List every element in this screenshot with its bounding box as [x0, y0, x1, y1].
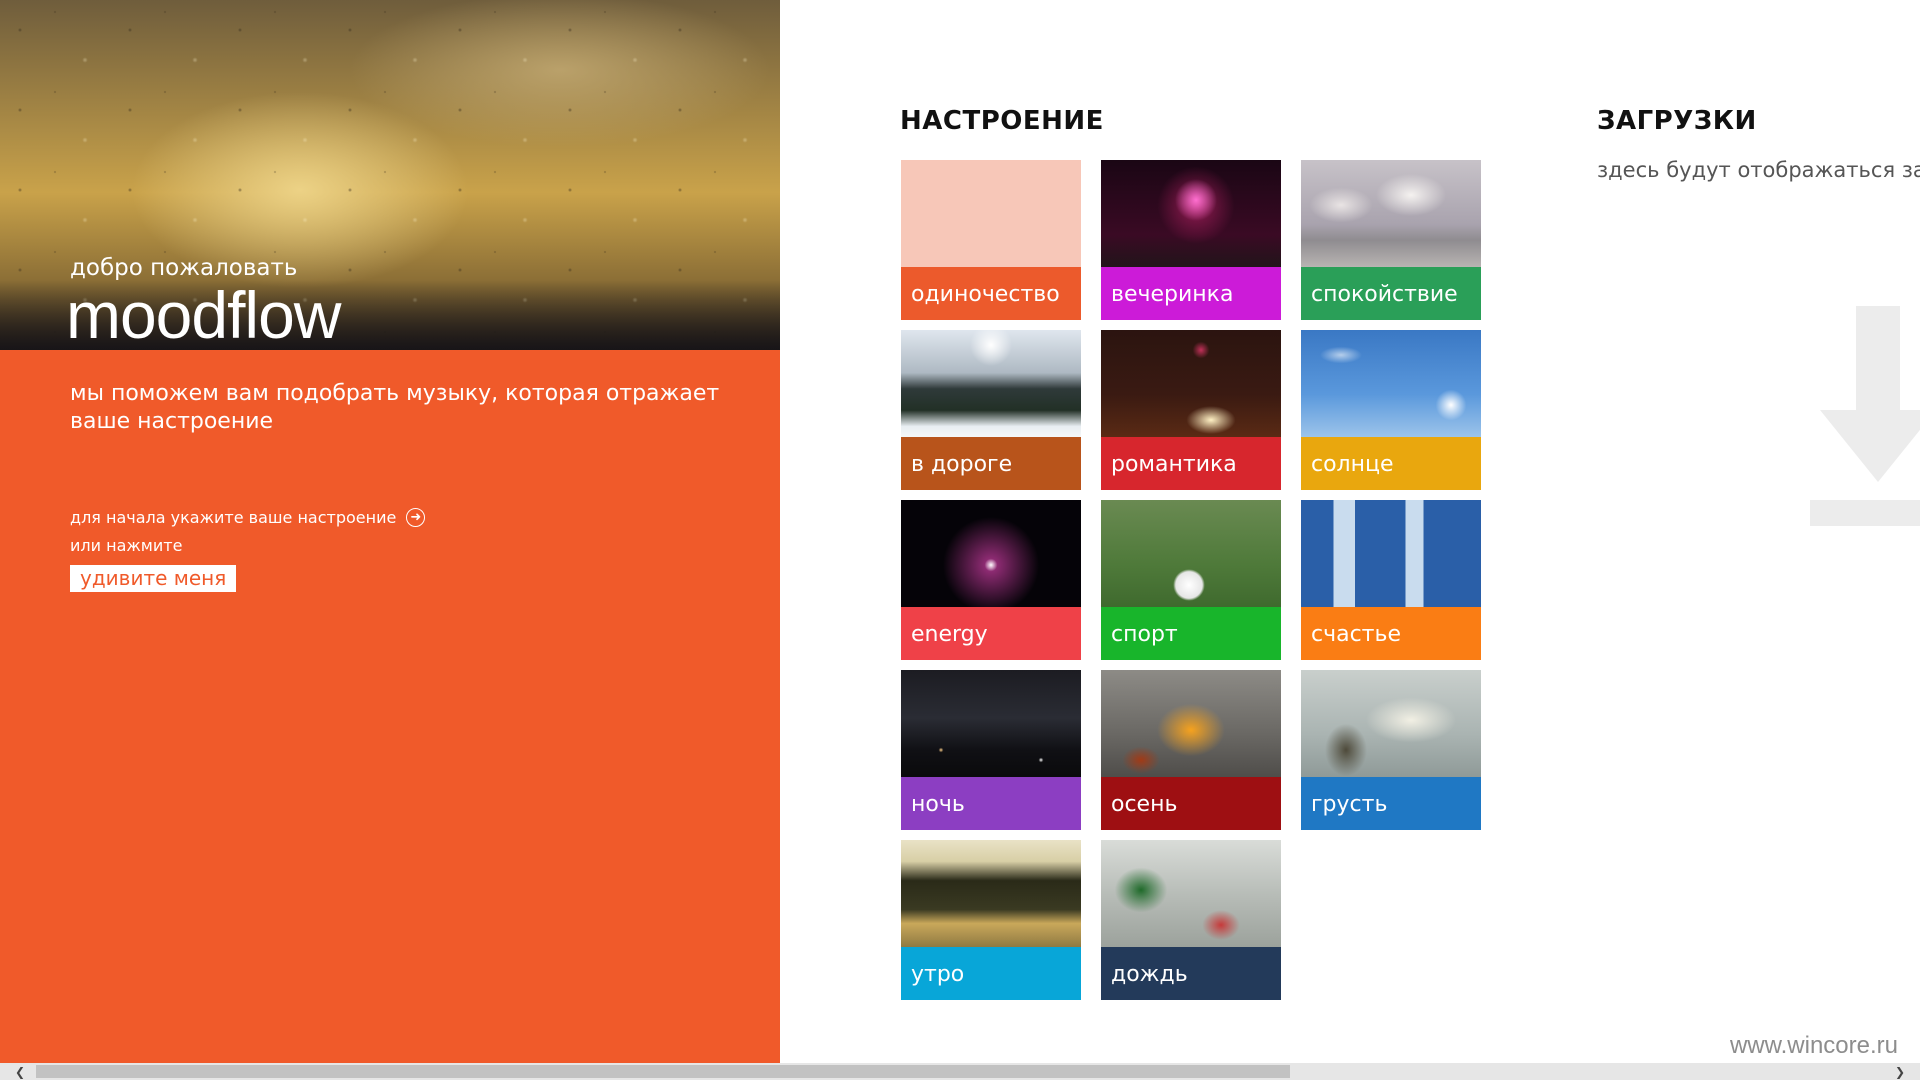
rain-hero-image: добро пожаловать moodflow — [0, 0, 780, 350]
chevron-right-icon[interactable]: ❯ — [1890, 1063, 1910, 1080]
mood-tile-image — [901, 670, 1081, 777]
mood-tile-image — [1301, 160, 1481, 267]
mood-tile-image — [901, 840, 1081, 947]
horizontal-scrollbar[interactable]: ❮ ❯ — [0, 1063, 1920, 1080]
mood-tile-label: грусть — [1301, 777, 1481, 830]
mood-tile-image — [1101, 330, 1281, 437]
mood-tile[interactable]: energy — [901, 500, 1081, 660]
mood-tile-image — [1101, 500, 1281, 607]
mood-tile[interactable]: в дороге — [901, 330, 1081, 490]
surprise-me-button[interactable]: удивите меня — [70, 565, 237, 592]
mood-tile-image — [901, 330, 1081, 437]
mood-tile[interactable]: осень — [1101, 670, 1281, 830]
mood-tile-label: вечеринка — [1101, 267, 1281, 320]
mood-tile-label: дождь — [1101, 947, 1281, 1000]
mood-tile-label: счастье — [1301, 607, 1481, 660]
mood-tile-label: одиночество — [901, 267, 1081, 320]
chevron-left-icon[interactable]: ❮ — [10, 1063, 30, 1080]
or-press-label: или нажмите — [70, 536, 183, 555]
watermark: www.wincore.ru — [1729, 1032, 1898, 1059]
mood-tile-label: ночь — [901, 777, 1081, 830]
mood-tile-image — [901, 500, 1081, 607]
mood-tile-label: спорт — [1101, 607, 1281, 660]
mood-tile-image — [901, 160, 1081, 267]
arrow-right-circle-icon[interactable]: ➜ — [406, 508, 426, 527]
downloads-empty-text: здесь будут отображаться заг — [1597, 158, 1920, 182]
downloads-section-title: ЗАГРУЗКИ — [1597, 106, 1757, 136]
app-logo: moodflow — [66, 278, 341, 350]
mood-tile-label: в дороге — [901, 437, 1081, 490]
mood-tile-label: романтика — [1101, 437, 1281, 490]
mood-tile-label: осень — [1101, 777, 1281, 830]
download-arrow-icon — [1810, 300, 1920, 530]
mood-tile[interactable]: дождь — [1101, 840, 1281, 1000]
mood-tile[interactable]: романтика — [1101, 330, 1281, 490]
mood-tile-label: спокойствие — [1301, 267, 1481, 320]
mood-tile-label: energy — [901, 607, 1081, 660]
mood-tile[interactable]: спорт — [1101, 500, 1281, 660]
mood-section-title: НАСТРОЕНИЕ — [900, 106, 1104, 136]
mood-tile[interactable]: ночь — [901, 670, 1081, 830]
mood-hint-link[interactable]: для начала укажите ваше настроение ➜ — [70, 508, 426, 527]
mood-tile[interactable]: солнце — [1301, 330, 1481, 490]
mood-tile-image — [1101, 840, 1281, 947]
mood-tile-image — [1101, 670, 1281, 777]
mood-tile-image — [1301, 500, 1481, 607]
mood-tile[interactable]: счастье — [1301, 500, 1481, 660]
mood-tile[interactable]: грусть — [1301, 670, 1481, 830]
app-window: добро пожаловать moodflow мы поможем вам… — [0, 0, 1920, 1080]
mood-tile-image — [1301, 670, 1481, 777]
scrollbar-thumb[interactable] — [36, 1065, 1290, 1078]
mood-hint-text: для начала укажите ваше настроение — [70, 508, 397, 527]
mood-tile[interactable]: утро — [901, 840, 1081, 1000]
mood-tile-label: солнце — [1301, 437, 1481, 490]
mood-tile[interactable]: одиночество — [901, 160, 1081, 320]
mood-tile[interactable]: вечеринка — [1101, 160, 1281, 320]
mood-tile-grid: одиночество вечеринка спокойствие в доро… — [901, 160, 1481, 1000]
mood-tile[interactable]: спокойствие — [1301, 160, 1481, 320]
mood-tile-image — [1101, 160, 1281, 267]
mood-tile-label: утро — [901, 947, 1081, 1000]
mood-tile-image — [1301, 330, 1481, 437]
welcome-panel: добро пожаловать moodflow мы поможем вам… — [0, 0, 780, 1065]
app-tagline: мы поможем вам подобрать музыку, которая… — [70, 381, 720, 434]
